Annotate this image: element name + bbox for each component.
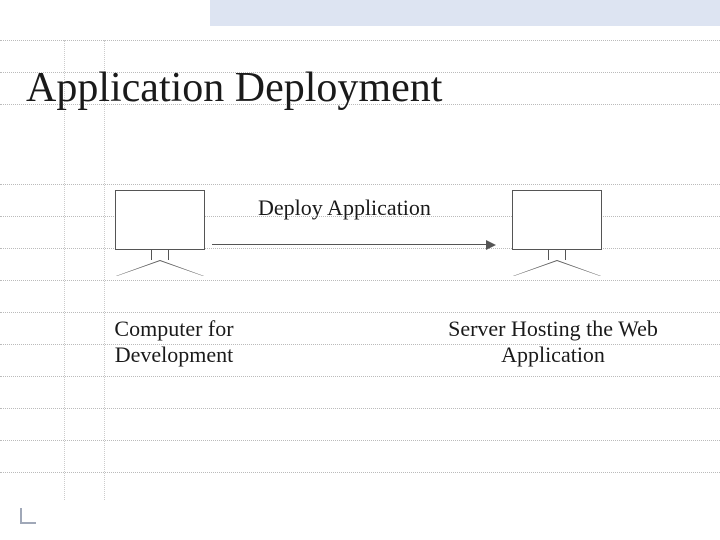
grid-line [0, 280, 720, 281]
arrow-right-icon [486, 240, 496, 250]
arrow-label: Deploy Application [258, 195, 431, 221]
grid-line [0, 376, 720, 377]
server-computer-label: Server Hosting the Web Application [438, 316, 668, 369]
grid-line [0, 440, 720, 441]
header-accent-bar [210, 0, 720, 26]
computer-dev-icon [115, 190, 205, 276]
grid-line [0, 472, 720, 473]
grid-line [0, 184, 720, 185]
dev-computer-label: Computer for Development [84, 316, 264, 369]
corner-decoration-icon [20, 504, 40, 524]
grid-line [0, 408, 720, 409]
computer-server-icon [512, 190, 602, 276]
grid-line [0, 312, 720, 313]
slide-title: Application Deployment [26, 64, 442, 112]
grid-line [0, 40, 720, 41]
deploy-arrow [212, 240, 496, 250]
